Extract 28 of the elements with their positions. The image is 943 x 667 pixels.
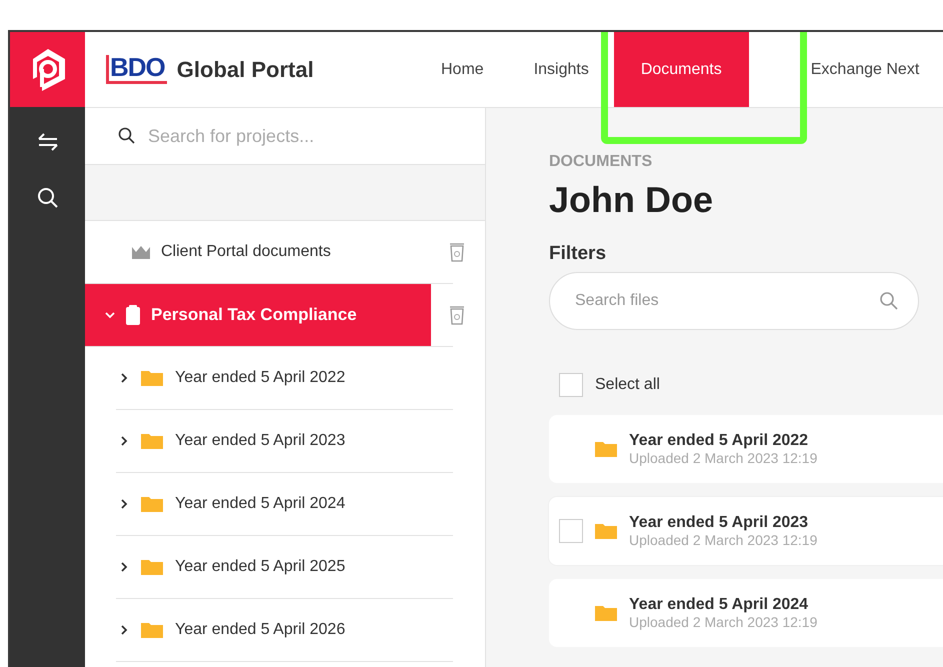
- file-card[interactable]: Year ended 5 April 2022 Uploaded 2 March 2023 12:19: [549, 415, 943, 483]
- nav-tab[interactable]: Documents: [614, 32, 749, 107]
- nav-tab[interactable]: Home: [416, 32, 509, 107]
- project-search-input[interactable]: Search for projects...: [146, 124, 450, 148]
- tree-item[interactable]: Year ended 5 April 2024: [116, 473, 346, 535]
- select-all-label: Select all: [595, 376, 660, 394]
- tree-item[interactable]: Client Portal documents: [85, 221, 431, 283]
- file-upload-date: Uploaded 2 March 2023 12:19: [629, 532, 818, 548]
- page-title: John Doe: [549, 179, 714, 221]
- portal-title: Global Portal: [176, 56, 314, 82]
- tree-item[interactable]: Year ended 5 April 2022: [116, 347, 346, 409]
- tree-item[interactable]: Personal Tax Compliance: [85, 284, 431, 346]
- file-name: Year ended 5 April 2024: [629, 596, 810, 614]
- file-card[interactable]: Year ended 5 April 2024 Uploaded 2 March 2023 12:19: [549, 579, 943, 647]
- file-upload-date: Uploaded 2 March 2023 12:19: [629, 614, 818, 630]
- tree-item[interactable]: Year ended 5 April 2026: [116, 599, 346, 661]
- file-upload-date: Uploaded 2 March 2023 12:19: [629, 450, 818, 466]
- nav-tab[interactable]: Exchange Next: [770, 32, 920, 107]
- file-name: Year ended 5 April 2022: [629, 432, 810, 450]
- file-card[interactable]: Year ended 5 April 2023 Uploaded 2 March 2023 12:19: [549, 497, 943, 565]
- tree-item[interactable]: Year ended 5 April 2025: [116, 536, 346, 598]
- section-label: DOCUMENTS: [549, 153, 654, 171]
- tree-item[interactable]: Year ended 5 April 2023: [116, 410, 346, 472]
- filters-label: Filters: [549, 243, 608, 265]
- file-name: Year ended 5 April 2023: [629, 514, 810, 532]
- bdo-logo: BDO: [106, 55, 167, 84]
- file-search-field[interactable]: Search files: [549, 272, 919, 330]
- nav-tab[interactable]: Insights: [508, 32, 614, 107]
